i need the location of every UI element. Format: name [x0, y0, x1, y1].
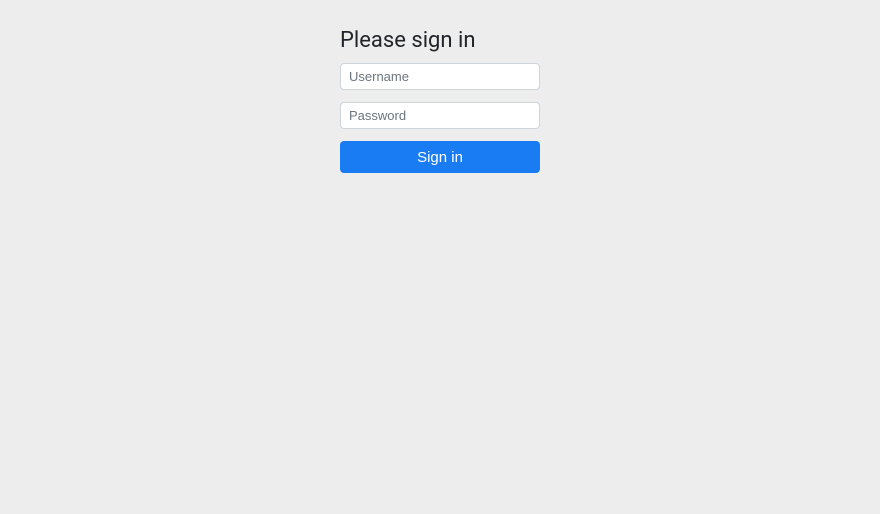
username-input[interactable] — [340, 63, 540, 90]
password-input[interactable] — [340, 102, 540, 129]
signin-button[interactable]: Sign in — [340, 141, 540, 173]
login-heading: Please sign in — [340, 28, 540, 53]
login-form-container: Please sign in Sign in — [340, 0, 540, 173]
